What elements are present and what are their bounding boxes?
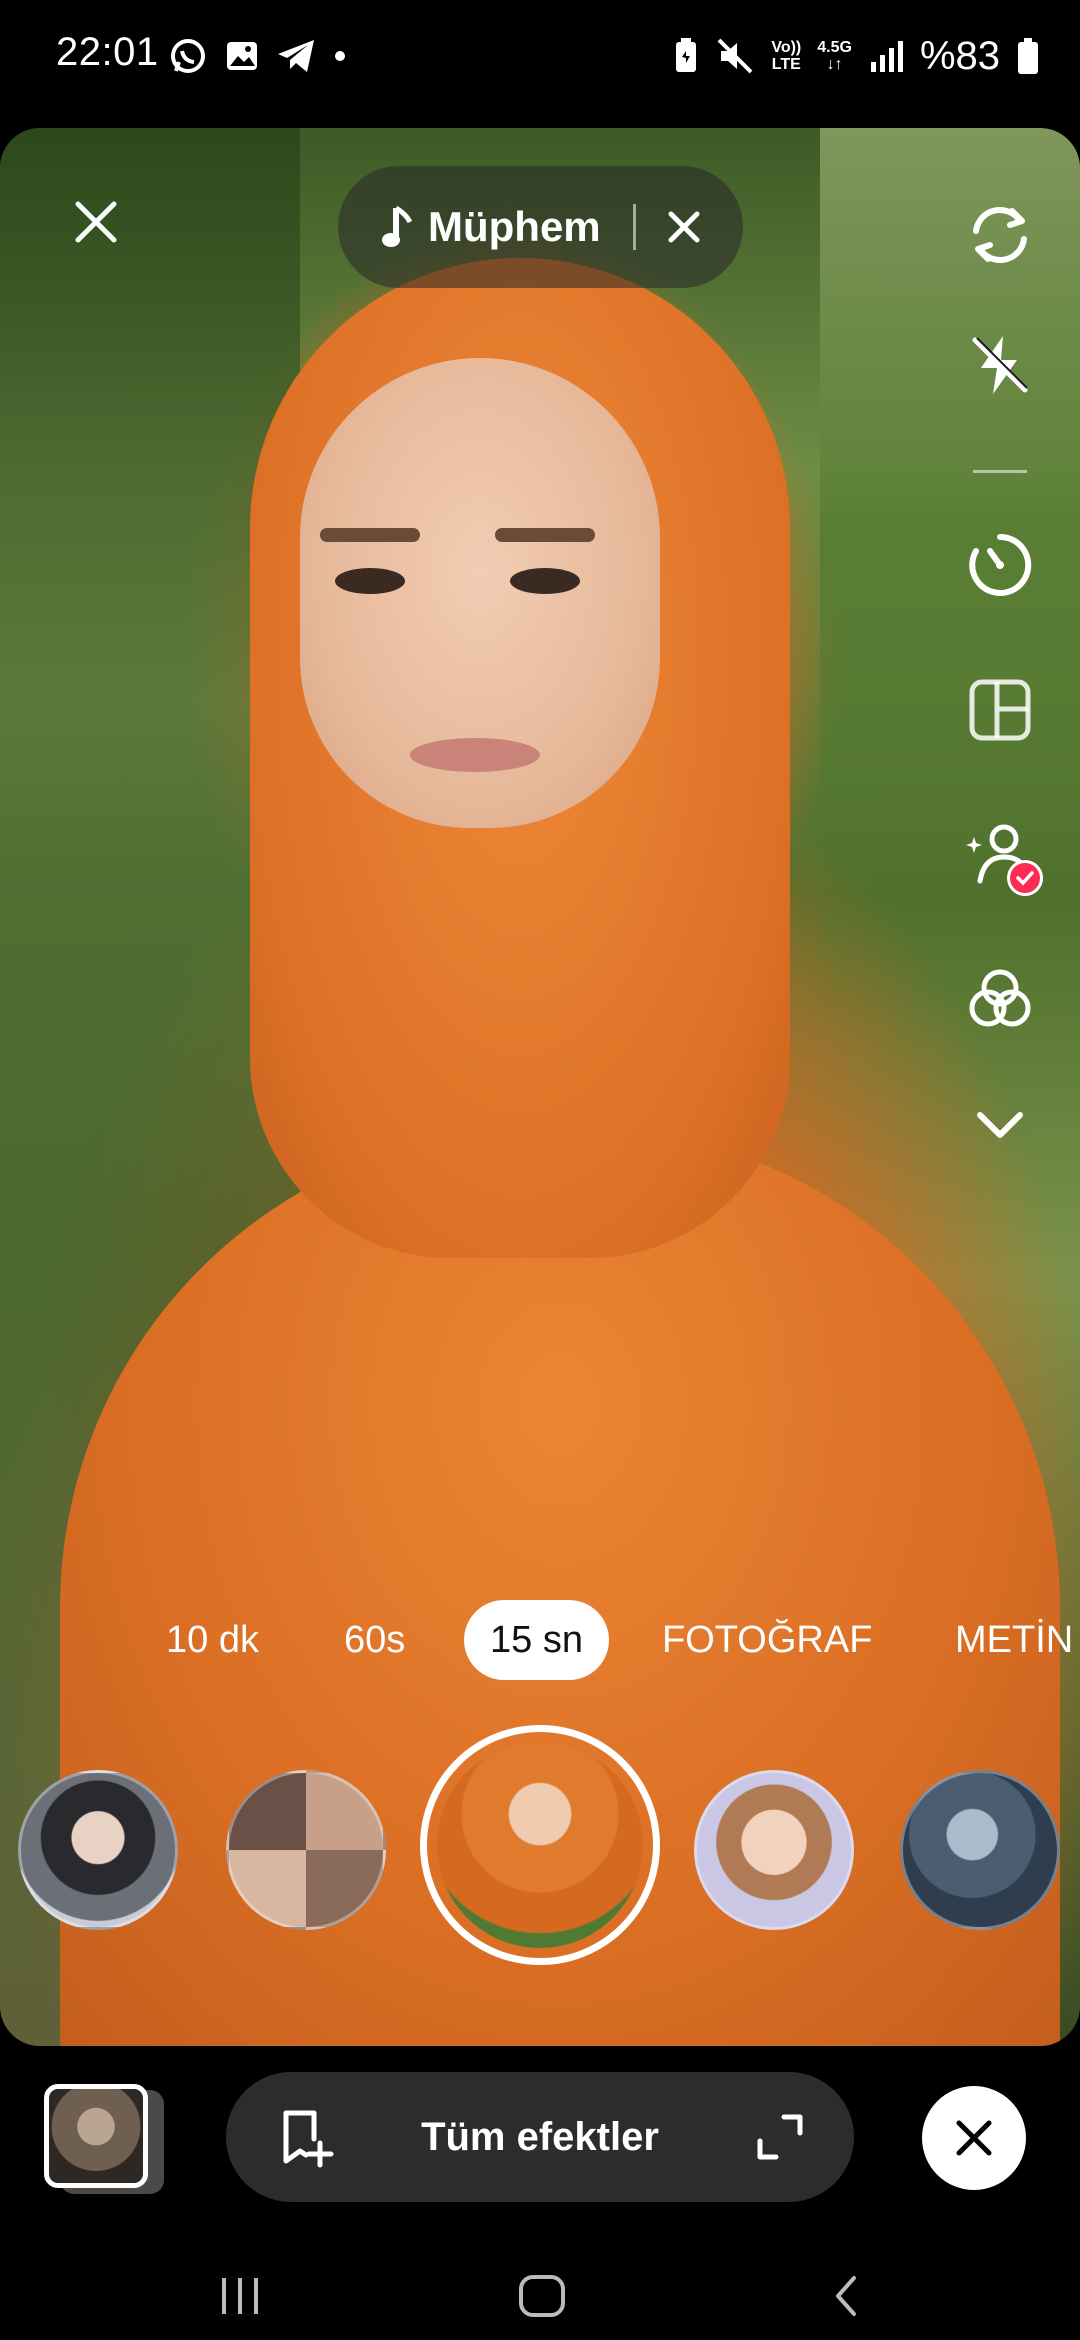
status-bar: 22:01 Vo)) LTE 4.5G ↓↑ %83 <box>0 0 1080 120</box>
home-icon <box>519 2275 565 2317</box>
filters-button[interactable] <box>955 955 1045 1045</box>
flash-off-icon <box>972 336 1028 394</box>
layout-button[interactable] <box>955 665 1045 755</box>
telegram-icon <box>278 40 314 72</box>
close-icon <box>668 211 700 243</box>
capture-mode-selector: 10 dk 60s 15 sn FOTOĞRAF METİN <box>0 1600 1080 1680</box>
network-top-label: Vo)) <box>771 39 802 56</box>
all-effects-button[interactable]: Tüm efektler <box>226 2072 854 2202</box>
tools-divider <box>973 470 1027 473</box>
effect-item[interactable] <box>900 1770 1060 1930</box>
recents-button[interactable] <box>200 2266 280 2326</box>
right-eyebrow <box>495 528 595 542</box>
left-eye <box>335 568 405 594</box>
network-bottom-label: LTE <box>771 56 801 73</box>
close-icon <box>956 2120 992 2156</box>
flip-camera-icon <box>973 206 1027 264</box>
mode-60s[interactable]: 60s <box>344 1600 405 1680</box>
gallery-icon <box>227 42 257 70</box>
whatsapp-icon <box>171 39 205 73</box>
selected-effect-record-button[interactable] <box>420 1725 660 1965</box>
home-button[interactable] <box>502 2266 582 2326</box>
sound-title: Müphem <box>428 203 601 250</box>
layout-grid-icon <box>969 679 1031 741</box>
timer-icon <box>969 533 1032 596</box>
effect-item[interactable] <box>694 1770 854 1930</box>
back-button[interactable] <box>806 2266 886 2326</box>
dot-icon <box>335 51 345 61</box>
effect-item[interactable] <box>18 1770 178 1930</box>
expand-icon <box>757 2114 803 2160</box>
flash-button[interactable] <box>955 320 1045 410</box>
effects-carousel <box>0 1725 1080 1965</box>
remove-sound-button[interactable] <box>662 205 706 249</box>
system-icons: Vo)) LTE 4.5G ↓↑ %83 <box>673 30 1040 82</box>
back-icon <box>836 2276 856 2316</box>
signal-icon <box>870 41 903 72</box>
beauty-enabled-badge <box>1007 860 1043 896</box>
battery-saver-icon <box>676 38 697 72</box>
mute-icon <box>717 38 753 74</box>
data-activity-label: ↓↑ <box>826 56 843 73</box>
data-type-indicator: 4.5G ↓↑ <box>817 39 852 73</box>
add-sound-pill[interactable]: Müphem <box>338 166 743 288</box>
gallery-thumbnail[interactable] <box>44 2084 148 2188</box>
chevron-down-icon <box>977 1112 1023 1138</box>
close-effects-button[interactable] <box>922 2086 1026 2190</box>
left-eyebrow <box>320 528 420 542</box>
mode-photo[interactable]: FOTOĞRAF <box>662 1600 872 1680</box>
check-icon <box>1016 871 1034 886</box>
mode-15-sec[interactable]: 15 sn <box>464 1600 609 1680</box>
network-indicator: Vo)) LTE <box>771 39 801 73</box>
subject-lips <box>410 738 540 772</box>
battery-icon <box>1018 38 1038 74</box>
mode-10-min[interactable]: 10 dk <box>166 1600 259 1680</box>
effect-item[interactable] <box>226 1770 386 1930</box>
close-camera-button[interactable] <box>56 182 136 262</box>
recents-icon <box>222 2278 258 2314</box>
close-icon <box>75 201 117 243</box>
timer-button[interactable] <box>955 520 1045 610</box>
system-navigation-bar <box>0 2246 1080 2340</box>
data-type-top-label: 4.5G <box>817 39 852 56</box>
more-tools-button[interactable] <box>955 1080 1045 1170</box>
flip-camera-button[interactable] <box>955 190 1045 280</box>
status-time: 22:01 <box>56 30 159 74</box>
notification-icons <box>168 32 348 80</box>
selected-effect-preview <box>437 1742 643 1948</box>
battery-percent: %83 <box>919 33 1000 78</box>
mode-text[interactable]: METİN <box>955 1600 1073 1680</box>
right-eye <box>510 568 580 594</box>
filters-icon <box>969 969 1031 1027</box>
sound-divider <box>632 204 636 250</box>
music-note-icon <box>382 205 413 247</box>
beauty-button[interactable] <box>955 810 1045 900</box>
